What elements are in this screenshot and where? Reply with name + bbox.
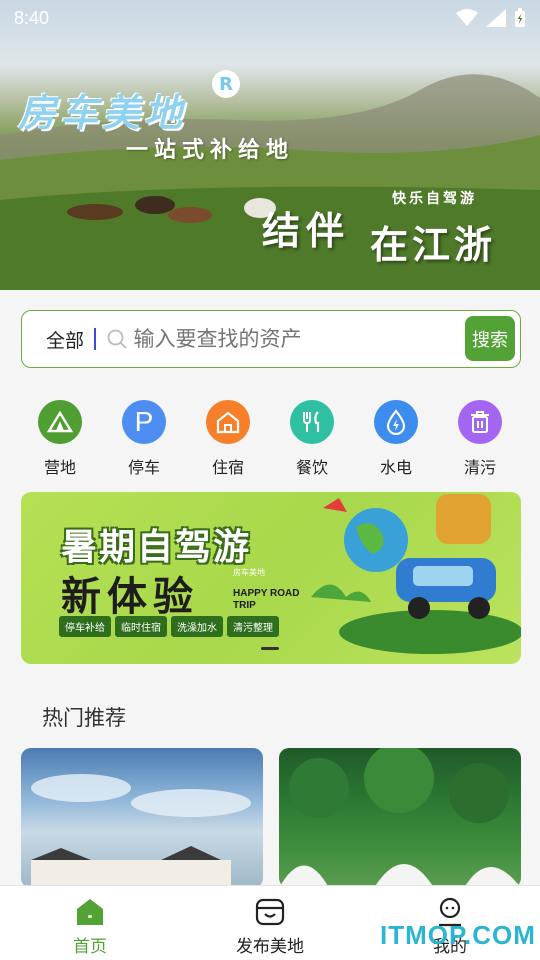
category-dining[interactable]: 餐饮	[270, 400, 354, 480]
category-parking[interactable]: P 停车	[102, 400, 186, 480]
promo-banner[interactable]: 暑期自驾游 新体验 房车美地 HAPPY ROAD TRIP 停车补给 临时住宿…	[21, 492, 521, 664]
search-button[interactable]: 搜索	[465, 316, 515, 361]
carousel-indicator	[261, 647, 279, 650]
hero-tagline: 快乐自驾游	[392, 191, 477, 207]
category-utilities[interactable]: 水电	[354, 400, 438, 480]
battery-icon	[515, 8, 525, 27]
tab-label: 首页	[73, 937, 107, 957]
category-camp[interactable]: 营地	[18, 400, 102, 480]
wifi-icon	[456, 9, 478, 26]
publish-icon	[254, 896, 286, 928]
tab-label: 发布美地	[236, 937, 304, 957]
banner-title-line2: 新体验	[61, 574, 199, 620]
tab-home[interactable]: 首页	[0, 886, 180, 960]
hero-slogan-part2: 在江浙	[370, 223, 497, 267]
hero-slogan-part1: 结伴	[262, 209, 351, 253]
search-input[interactable]	[133, 327, 444, 351]
home-icon	[74, 896, 106, 928]
search-scope-selector[interactable]: 全部	[46, 326, 84, 353]
section-title: 热门推荐	[42, 706, 126, 730]
banner-title-line1: 暑期自驾游	[61, 527, 252, 568]
registered-mark: R	[212, 70, 240, 98]
recommend-card[interactable]	[279, 748, 521, 888]
search-bar: 全部 搜索	[21, 310, 521, 368]
recommend-card-image	[279, 748, 521, 888]
search-divider	[94, 328, 96, 350]
hero-subtitle: 一站式补给地	[126, 138, 295, 163]
camp-tent-icon	[38, 400, 82, 444]
tab-publish[interactable]: 发布美地	[180, 886, 360, 960]
category-cleaning[interactable]: 清污	[438, 400, 522, 480]
trash-icon	[458, 400, 502, 444]
signal-icon	[486, 9, 506, 27]
banner-tag: 清污整理	[227, 616, 279, 637]
fork-knife-icon	[290, 400, 334, 444]
category-label: 停车	[127, 458, 160, 477]
category-label: 餐饮	[295, 458, 328, 477]
category-label: 水电	[379, 458, 412, 477]
banner-english-tagline: HAPPY ROAD TRIP	[233, 588, 300, 611]
banner-tag: 临时住宿	[115, 616, 167, 637]
status-bar: 8:40	[0, 0, 540, 36]
parking-icon: P	[122, 400, 166, 444]
recommend-card[interactable]	[21, 748, 263, 888]
category-lodging[interactable]: 住宿	[186, 400, 270, 480]
category-grid: 营地 P 停车 住宿 餐饮 水电 清污	[16, 400, 524, 480]
category-label: 清污	[463, 458, 496, 477]
category-label: 营地	[43, 458, 76, 477]
banner-tags: 停车补给 临时住宿 洗澡加水 清污整理	[59, 616, 279, 637]
hero-title: 房车美地	[18, 91, 187, 135]
banner-tag: 洗澡加水	[171, 616, 223, 637]
water-power-icon	[374, 400, 418, 444]
house-icon	[206, 400, 250, 444]
status-time: 8:40	[14, 7, 50, 28]
search-icon	[107, 329, 127, 349]
banner-tag: 停车补给	[59, 616, 111, 637]
category-label: 住宿	[211, 458, 244, 477]
watermark: ITMOP.COM	[380, 920, 536, 950]
banner-brand: 房车美地	[233, 568, 265, 577]
recommend-card-image	[31, 774, 251, 888]
hero-banner[interactable]: 8:40 房车美地 R 一站式补给地 快乐自驾游 结伴 在江浙	[0, 0, 540, 290]
